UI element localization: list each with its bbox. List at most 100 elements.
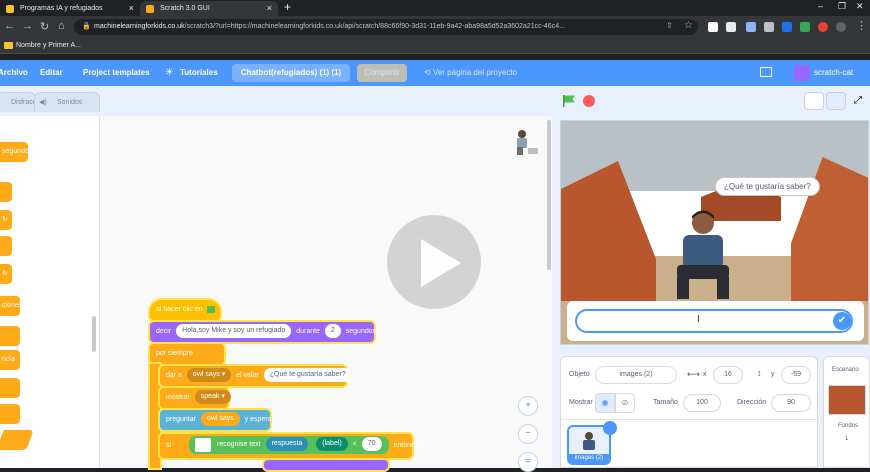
- palette-block[interactable]: ncia: [0, 350, 20, 370]
- show-eye-icon[interactable]: ◉: [595, 393, 615, 413]
- sprite-thumbnail-image: [583, 432, 595, 450]
- person-sprite[interactable]: [669, 207, 739, 303]
- profile-icon[interactable]: [836, 22, 846, 32]
- new-tab-button[interactable]: +: [284, 0, 291, 15]
- menu-file[interactable]: Archivo: [0, 60, 28, 86]
- extension-icon[interactable]: [764, 22, 774, 32]
- menu-project-templates[interactable]: Project templates: [83, 60, 150, 86]
- palette-block[interactable]: ciones: [0, 296, 22, 316]
- browser-tab-scratch[interactable]: Scratch 3.0 GUI ×: [140, 1, 278, 16]
- ask-and-wait-block[interactable]: preguntar owl says y esperar: [160, 410, 274, 430]
- set-value-input[interactable]: ¿Qué te gustaría saber?: [263, 368, 352, 383]
- menu-kebab-icon[interactable]: ⋮: [856, 19, 867, 32]
- if-then-block[interactable]: si recognise text respuesta (label) < 70…: [160, 434, 422, 458]
- y-input[interactable]: -59: [781, 366, 811, 384]
- label-dropdown[interactable]: (label): [316, 437, 348, 452]
- account-menu[interactable]: scratch-cat: [794, 64, 853, 82]
- sprite-thumbnail[interactable]: images (2): [567, 421, 617, 465]
- when-flag-clicked-block[interactable]: al hacer clic en: [150, 300, 220, 320]
- extension-icon[interactable]: [800, 22, 810, 32]
- zoom-out-button[interactable]: −: [518, 424, 538, 444]
- palette-block[interactable]: [0, 378, 20, 398]
- tab-sounds[interactable]: ◀) Sonidos: [34, 92, 100, 112]
- sprite-name-input[interactable]: images (2): [595, 366, 677, 384]
- hide-eye-icon[interactable]: ⊘: [615, 393, 635, 413]
- palette-block[interactable]: [0, 430, 34, 450]
- show-variable-block[interactable]: mostrar speak ▾: [160, 388, 231, 408]
- variable-dropdown[interactable]: speak ▾: [194, 390, 231, 405]
- extension-icon[interactable]: [818, 22, 828, 32]
- divider: [561, 419, 819, 420]
- forever-block[interactable]: por siempre: [150, 344, 224, 364]
- stop-icon[interactable]: [583, 95, 595, 107]
- say-text-input[interactable]: Hola,soy Mike y soy un refugiado: [176, 324, 292, 339]
- fullscreen-icon[interactable]: ⤢: [848, 92, 868, 110]
- minimize-icon[interactable]: ‒: [818, 1, 823, 11]
- variable-dropdown[interactable]: owl says ▾: [186, 368, 232, 383]
- forever-block-arm: [150, 364, 160, 468]
- reload-icon[interactable]: ↻: [40, 20, 49, 33]
- submit-answer-button[interactable]: ✔: [833, 312, 851, 330]
- share-button[interactable]: Compartir: [357, 64, 407, 82]
- set-variable-block[interactable]: dar a owl says ▾ el valor ¿Qué te gustar…: [160, 366, 352, 386]
- block-label: el valor: [236, 372, 259, 379]
- see-project-page-link[interactable]: ⟲ Ver página del proyecto: [424, 60, 517, 86]
- say-for-secs-block[interactable]: decir Hola,soy Mike y soy un refugiado d…: [150, 322, 376, 342]
- palette-block[interactable]: segundos: [0, 142, 32, 162]
- less-than-operator[interactable]: recognise text respuesta (label) < 70: [189, 436, 389, 455]
- forward-icon[interactable]: →: [22, 20, 33, 32]
- answer-reporter[interactable]: respuesta: [265, 437, 309, 452]
- video-play-button[interactable]: [382, 210, 486, 314]
- share-icon[interactable]: ⇪: [666, 21, 673, 30]
- palette-block[interactable]: ↻: [0, 210, 12, 230]
- folder-icon: [4, 42, 13, 49]
- nested-block[interactable]: [264, 460, 388, 470]
- extension-icon[interactable]: [726, 22, 736, 32]
- menu-tutorials[interactable]: Tutoriales: [180, 60, 218, 86]
- palette-block[interactable]: [0, 182, 12, 202]
- x-input[interactable]: 16: [713, 366, 743, 384]
- tab-costumes[interactable]: Disfraces: [0, 92, 40, 112]
- palette-block[interactable]: [0, 404, 20, 424]
- extension-icon[interactable]: [782, 22, 792, 32]
- tab-title: Scratch 3.0 GUI: [160, 5, 210, 12]
- green-flag-icon[interactable]: [562, 94, 576, 108]
- my-stuff-folder-icon[interactable]: [760, 67, 772, 77]
- maximize-icon[interactable]: ❐: [838, 1, 846, 12]
- ask-variable-reporter[interactable]: owl says: [200, 412, 240, 427]
- code-workspace[interactable]: al hacer clic en decir Hola,soy Mike y s…: [100, 116, 552, 472]
- say-secs-input[interactable]: 2: [324, 324, 341, 339]
- large-stage-button[interactable]: [826, 92, 846, 110]
- browser-tab-programas[interactable]: Programas IA y refugiados ×: [0, 1, 140, 16]
- block-label: mostrar: [166, 394, 190, 401]
- close-icon[interactable]: ×: [267, 1, 272, 16]
- small-stage-button[interactable]: [804, 92, 824, 110]
- threshold-input[interactable]: 70: [361, 437, 382, 452]
- project-title-input[interactable]: Chatbot(refugiados) (1) (1): [232, 64, 350, 82]
- star-icon[interactable]: ☆: [684, 20, 693, 31]
- extension-icon[interactable]: [746, 22, 756, 32]
- close-icon[interactable]: ×: [129, 1, 134, 16]
- palette-scrollbar[interactable]: [92, 316, 96, 352]
- stage-canvas[interactable]: ¿Qué te gustaría saber? I ✔: [560, 120, 869, 345]
- palette-block[interactable]: [0, 236, 12, 256]
- url-input[interactable]: 🔒 machinelearningforkids.co.uk/scratch3/…: [74, 19, 698, 35]
- zoom-reset-button[interactable]: =: [518, 452, 538, 472]
- trash-icon[interactable]: [603, 421, 617, 435]
- direction-input[interactable]: 90: [771, 394, 811, 412]
- palette-block[interactable]: [0, 326, 20, 346]
- extension-icon[interactable]: [708, 22, 718, 32]
- close-window-icon[interactable]: ✕: [856, 1, 864, 12]
- workspace-scrollbar[interactable]: [547, 120, 551, 270]
- palette-block[interactable]: ↻: [0, 264, 12, 284]
- speaker-icon: ◀): [39, 99, 47, 106]
- zoom-in-button[interactable]: +: [518, 396, 538, 416]
- home-icon[interactable]: ⌂: [58, 20, 65, 32]
- bookmark-item[interactable]: Nombre y Primer A...: [4, 40, 81, 52]
- backdrop-thumbnail[interactable]: [828, 385, 866, 415]
- answer-input[interactable]: [575, 309, 853, 333]
- menu-edit[interactable]: Editar: [40, 60, 63, 86]
- stage-target-panel[interactable]: Escenario Fondos 1: [823, 356, 870, 468]
- back-icon[interactable]: ←: [4, 20, 15, 32]
- size-input[interactable]: 100: [683, 394, 721, 412]
